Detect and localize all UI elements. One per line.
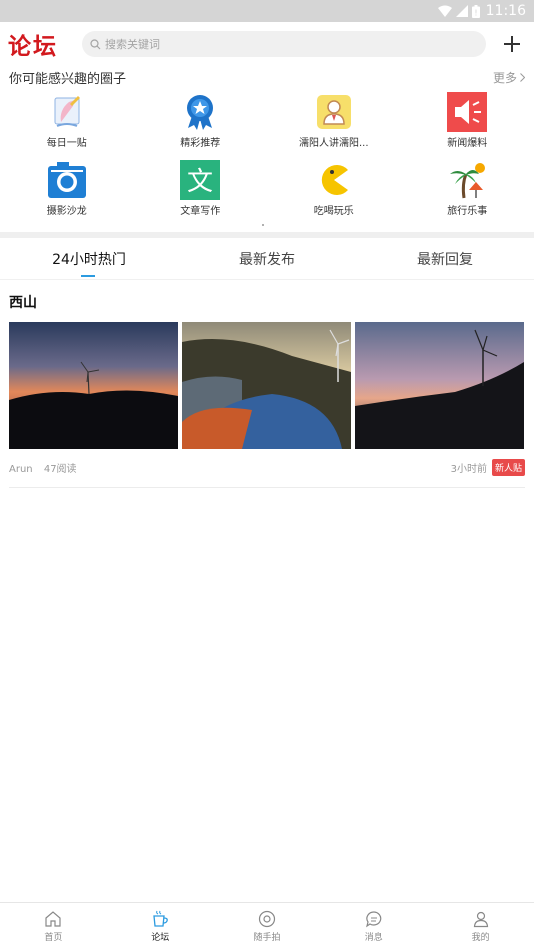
circle-news-tips[interactable]: 新闻爆料 xyxy=(401,88,534,156)
tab-latest-posts[interactable]: 最新发布 xyxy=(178,249,356,269)
recommend-medal-icon xyxy=(180,92,220,132)
post-divider xyxy=(9,487,525,488)
message-icon xyxy=(365,911,382,928)
daily-post-icon xyxy=(47,92,87,132)
nav-snap[interactable]: 随手拍 xyxy=(214,903,321,950)
new-user-badge: 新人贴 xyxy=(491,458,525,476)
circle-label: 吃喝玩乐 xyxy=(313,206,354,217)
tab-24h-hot[interactable]: 24小时热门 xyxy=(0,249,178,269)
circle-label: 精彩推荐 xyxy=(180,138,221,149)
status-time: 11:16 xyxy=(485,3,526,19)
circle-label: 新闻爆料 xyxy=(447,138,488,149)
circles-header: 你可能感兴趣的圈子 更多 xyxy=(0,66,534,88)
nav-label: 我的 xyxy=(471,933,490,943)
page-indicator xyxy=(0,224,534,232)
svg-text:!: ! xyxy=(474,8,477,17)
post-photo[interactable] xyxy=(182,322,351,449)
status-bar: ! 11:16 xyxy=(0,0,534,22)
nav-label: 论坛 xyxy=(151,933,170,943)
post-item[interactable]: 西山 Arun 47阅读 3小时前 新人贴 xyxy=(0,280,534,488)
forum-cup-icon xyxy=(153,910,169,927)
post-time: 3小时前 xyxy=(450,463,487,475)
camera-icon xyxy=(47,160,87,200)
circle-photography[interactable]: 摄影沙龙 xyxy=(0,156,134,224)
search-icon xyxy=(90,38,101,49)
palm-tree-icon xyxy=(447,160,487,200)
nav-home[interactable]: 首页 xyxy=(0,903,107,950)
circle-food-fun[interactable]: 吃喝玩乐 xyxy=(267,156,401,224)
search-placeholder: 搜索关键词 xyxy=(105,38,160,51)
circle-label: 濡阳人讲濡阳... xyxy=(298,138,369,149)
circle-label: 摄影沙龙 xyxy=(46,206,87,217)
post-reads: 47阅读 xyxy=(43,463,77,475)
nav-label: 首页 xyxy=(44,933,63,943)
chevron-right-icon xyxy=(520,72,525,82)
tab-latest-replies[interactable]: 最新回复 xyxy=(356,249,534,269)
bottom-nav: 首页 论坛 随手拍 消息 我的 xyxy=(0,902,534,950)
nav-profile[interactable]: 我的 xyxy=(427,903,534,950)
nav-label: 随手拍 xyxy=(253,933,281,943)
home-icon xyxy=(45,911,61,927)
signal-icon xyxy=(455,5,468,17)
nav-messages[interactable]: 消息 xyxy=(320,903,427,950)
svg-text:文: 文 xyxy=(187,167,213,197)
post-photo[interactable] xyxy=(355,322,524,449)
post-author[interactable]: Arun xyxy=(9,464,33,475)
person-card-icon xyxy=(314,92,354,132)
add-post-button[interactable] xyxy=(502,34,522,54)
active-tab-indicator xyxy=(81,275,95,277)
circle-writing[interactable]: 文 文章写作 xyxy=(134,156,268,224)
circles-grid: 每日一贴 精彩推荐 濡阳人讲濡阳... 新闻爆料 摄影沙龙 文 文章写作 吃喝玩… xyxy=(0,88,534,224)
forum-screen: ! 11:16 论坛 搜索关键词 你可能感兴趣的圈子 更多 每日一贴 精彩推荐 … xyxy=(0,0,534,950)
post-photo[interactable] xyxy=(9,322,178,449)
pacman-icon xyxy=(314,160,354,200)
profile-icon xyxy=(473,911,488,928)
more-circles-link[interactable]: 更多 xyxy=(493,69,525,86)
circle-recommend[interactable]: 精彩推荐 xyxy=(134,88,268,156)
wifi-icon xyxy=(437,5,452,17)
app-header: 论坛 搜索关键词 xyxy=(0,22,534,66)
megaphone-icon xyxy=(447,92,488,132)
forum-logo: 论坛 xyxy=(8,33,58,60)
circle-daily-post[interactable]: 每日一贴 xyxy=(0,88,134,156)
circle-local-talk[interactable]: 濡阳人讲濡阳... xyxy=(267,88,401,156)
nav-label: 消息 xyxy=(364,933,383,943)
circles-title: 你可能感兴趣的圈子 xyxy=(9,71,127,87)
feed-tabs: 24小时热门 最新发布 最新回复 xyxy=(0,238,534,280)
battery-icon: ! xyxy=(471,4,480,18)
post-photos xyxy=(9,322,525,449)
snap-camera-icon xyxy=(258,910,276,928)
more-label: 更多 xyxy=(492,70,517,85)
search-input[interactable]: 搜索关键词 xyxy=(82,31,486,57)
post-title: 西山 xyxy=(9,295,37,311)
nav-forum[interactable]: 论坛 xyxy=(107,903,214,950)
circle-travel[interactable]: 旅行乐事 xyxy=(401,156,534,224)
post-meta: Arun 47阅读 3小时前 新人贴 xyxy=(9,449,525,485)
circle-label: 文章写作 xyxy=(180,206,221,217)
circle-label: 旅行乐事 xyxy=(447,206,488,217)
writing-icon: 文 xyxy=(180,160,221,200)
circle-label: 每日一贴 xyxy=(46,138,87,149)
